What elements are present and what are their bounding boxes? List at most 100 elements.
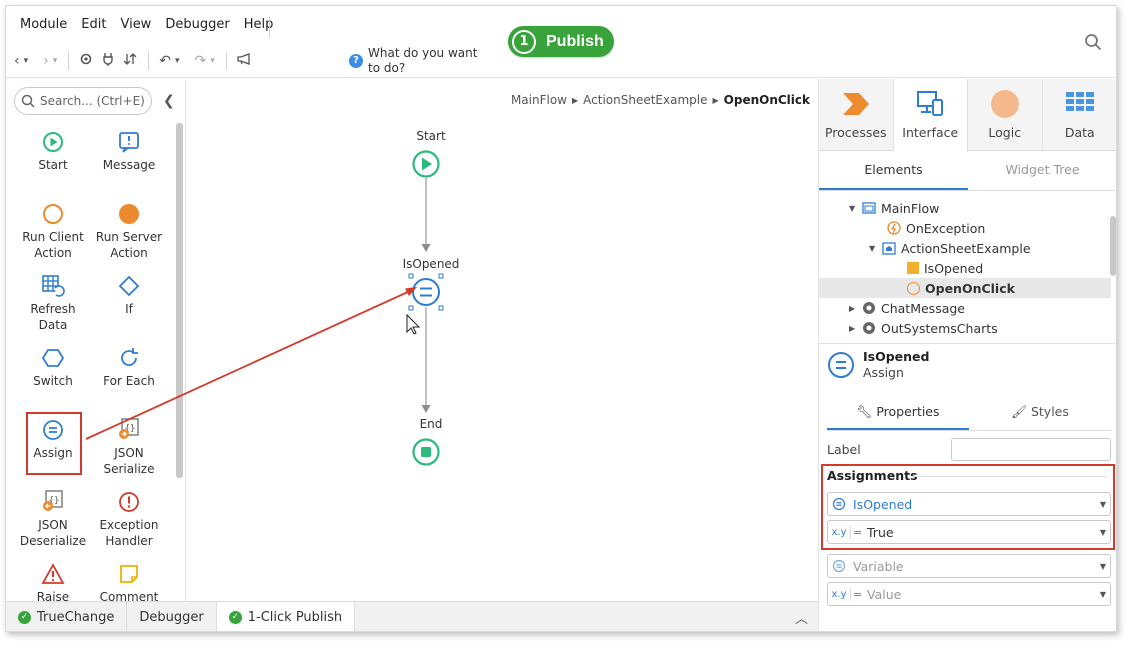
back-dropdown-icon[interactable]: ▾ xyxy=(24,56,29,66)
assign-variable-icon xyxy=(828,493,850,515)
tool-start[interactable]: Start xyxy=(15,129,91,173)
tree-item-onexception[interactable]: OnException xyxy=(887,218,985,238)
module-icon xyxy=(863,302,875,314)
expression-icon: x.y xyxy=(831,526,847,538)
expanded-caret-icon[interactable]: ▼ xyxy=(849,204,857,213)
redo-icon[interactable]: ↷ xyxy=(195,53,207,69)
module-icon xyxy=(863,322,875,334)
selection-handle[interactable] xyxy=(408,273,414,279)
toolbox-search-input[interactable]: Search... (Ctrl+E) xyxy=(14,87,152,115)
tab-label: Processes xyxy=(824,125,887,140)
tab-label: Data xyxy=(1064,125,1095,140)
tool-label: Run Client Action xyxy=(22,230,84,260)
tab-1-click-publish[interactable]: ✓ 1-Click Publish xyxy=(216,602,356,631)
flow-canvas[interactable]: MainFlow ▶ ActionSheetExample ▶ OpenOnCl… xyxy=(186,79,818,601)
dropdown-caret-icon[interactable]: ▼ xyxy=(1096,590,1110,599)
selection-handle[interactable] xyxy=(438,305,444,311)
menu-view[interactable]: View xyxy=(113,17,158,32)
search-icon[interactable] xyxy=(1084,33,1102,51)
tree-label: OpenOnClick xyxy=(925,280,1015,296)
redo-dropdown-icon[interactable]: ▾ xyxy=(210,56,215,66)
collapsed-caret-icon[interactable]: ▶ xyxy=(849,324,857,333)
divider xyxy=(911,476,1107,477)
tool-json-serialize[interactable]: {} JSON Serialize xyxy=(91,417,167,477)
tab-logic[interactable]: Logic xyxy=(968,79,1043,151)
start-node[interactable] xyxy=(412,150,440,178)
equals-sign: = xyxy=(850,587,864,601)
back-icon[interactable]: ‹ xyxy=(14,53,20,69)
tool-run-client-action[interactable]: Run Client Action xyxy=(15,201,91,261)
tree-item-mainflow[interactable]: ▼ MainFlow xyxy=(849,198,939,218)
wrench-icon: 🔧︎ xyxy=(856,404,873,419)
forward-icon[interactable]: › xyxy=(43,53,49,69)
undo-icon[interactable]: ↶ xyxy=(159,53,171,69)
assign-node[interactable] xyxy=(408,273,444,311)
tab-label: Interface xyxy=(902,125,959,140)
tool-json-deserialize[interactable]: {} JSON Deserialize xyxy=(15,489,91,549)
tab-widget-tree[interactable]: Widget Tree xyxy=(968,151,1116,190)
tab-data[interactable]: Data xyxy=(1043,79,1117,151)
tree-item-chatmessage[interactable]: ▶ ChatMessage xyxy=(849,298,965,318)
assignments-title: Assignments xyxy=(827,468,918,483)
json-deserialize-icon: {} xyxy=(43,490,63,511)
settings-icon[interactable] xyxy=(79,52,93,70)
what-do-you-want-link[interactable]: ? What do you want to do? xyxy=(349,46,493,76)
forward-dropdown-icon[interactable]: ▾ xyxy=(53,56,58,66)
dropdown-caret-icon[interactable]: ▼ xyxy=(1096,500,1110,509)
merge-icon[interactable] xyxy=(123,52,137,70)
tree-item-outsystemscharts[interactable]: ▶ OutSystemsCharts xyxy=(849,318,998,338)
toolbox-scrollbar[interactable] xyxy=(176,123,183,478)
tool-raise[interactable]: Raise xyxy=(15,561,91,605)
tab-processes[interactable]: Processes xyxy=(819,79,894,151)
menu-divider xyxy=(269,16,270,38)
label-input[interactable] xyxy=(951,437,1111,461)
new-assignment-variable-field[interactable]: Variable ▼ xyxy=(827,554,1111,578)
tree-item-isopened[interactable]: IsOpened xyxy=(907,258,983,278)
tree-scrollbar[interactable] xyxy=(1110,216,1116,276)
tree-label: MainFlow xyxy=(881,200,940,216)
tab-debugger[interactable]: Debugger xyxy=(127,602,217,631)
if-icon xyxy=(118,275,140,297)
tab-interface[interactable]: Interface xyxy=(893,79,968,152)
tool-run-server-action[interactable]: Run Server Action xyxy=(91,201,167,261)
menu-help[interactable]: Help xyxy=(237,17,281,32)
tab-styles[interactable]: 🖌︎ Styles xyxy=(969,395,1111,430)
expanded-caret-icon[interactable]: ▼ xyxy=(869,244,877,253)
tool-message[interactable]: Message xyxy=(91,129,167,173)
assignment-variable-field[interactable]: IsOpened ▼ xyxy=(827,492,1111,516)
menu-module[interactable]: Module xyxy=(13,17,74,32)
toolbar: ‹ ▾ › ▾ ↶ ▾ ↷ ▾ xyxy=(14,52,262,70)
plug-icon[interactable] xyxy=(102,52,114,70)
tool-refresh-data[interactable]: Refresh Data xyxy=(15,273,91,333)
end-node[interactable] xyxy=(412,438,440,466)
megaphone-icon[interactable] xyxy=(237,53,253,69)
selection-handle[interactable] xyxy=(408,305,414,311)
assignment-value-field[interactable]: x.y = True ▼ xyxy=(827,520,1111,544)
tool-for-each[interactable]: For Each xyxy=(91,345,167,389)
tool-comment[interactable]: Comment xyxy=(91,561,167,605)
tool-if[interactable]: If xyxy=(91,273,167,317)
menu-edit[interactable]: Edit xyxy=(74,17,113,32)
element-tree: ▼ MainFlow OnException ▼ ActionSheetExam… xyxy=(819,195,1111,343)
tree-item-openonclick[interactable]: OpenOnClick xyxy=(819,278,1111,298)
tool-switch[interactable]: Switch xyxy=(15,345,91,389)
collapsed-caret-icon[interactable]: ▶ xyxy=(849,304,857,313)
equals-sign: = xyxy=(850,525,864,539)
message-icon xyxy=(119,132,139,153)
tool-exception-handler[interactable]: Exception Handler xyxy=(91,489,167,549)
menu-debugger[interactable]: Debugger xyxy=(158,17,236,32)
collapse-toolbox-icon[interactable]: ❮ xyxy=(163,93,175,109)
undo-dropdown-icon[interactable]: ▾ xyxy=(175,56,180,66)
publish-button[interactable]: 1 Publish xyxy=(508,26,614,57)
new-assignment-value-field[interactable]: x.y = Value ▼ xyxy=(827,582,1111,606)
tab-truechange[interactable]: ✓ TrueChange xyxy=(6,602,128,631)
tree-item-actionsheetexample[interactable]: ▼ ActionSheetExample xyxy=(869,238,1031,258)
chevron-up-icon[interactable]: ︿ xyxy=(795,608,808,627)
dropdown-caret-icon[interactable]: ▼ xyxy=(1096,562,1110,571)
selection-handle[interactable] xyxy=(438,273,444,279)
tab-elements[interactable]: Elements xyxy=(819,151,968,190)
tab-properties[interactable]: 🔧︎ Properties xyxy=(827,395,969,430)
dropdown-caret-icon[interactable]: ▼ xyxy=(1096,528,1110,537)
tool-label: Run Server Action xyxy=(95,230,163,260)
start-icon xyxy=(43,132,63,152)
